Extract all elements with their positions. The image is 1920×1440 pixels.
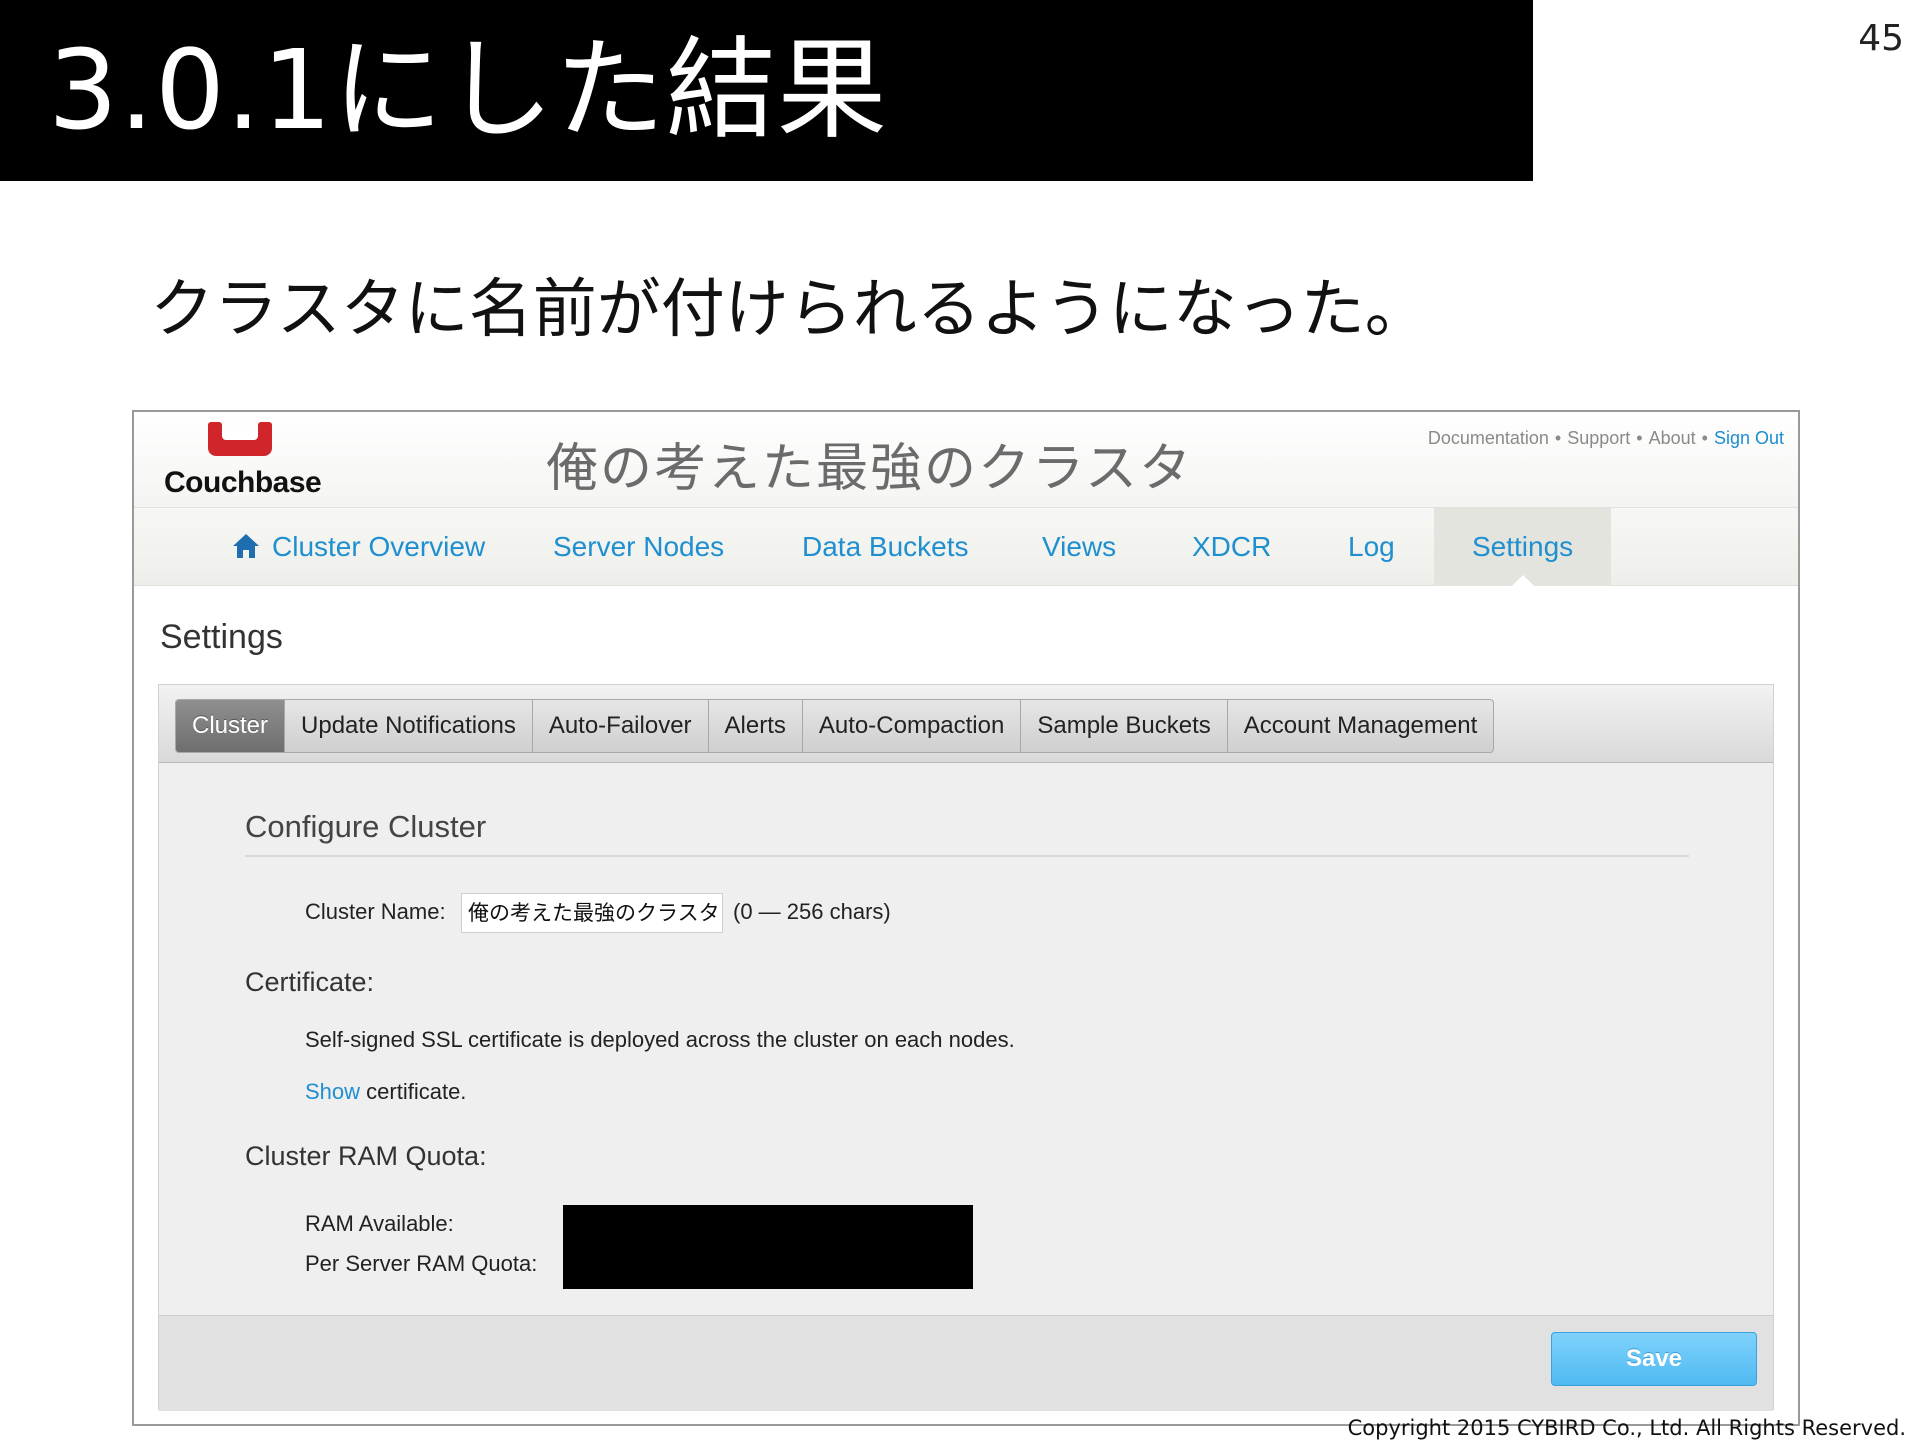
home-icon — [233, 534, 259, 558]
tab-auto-failover[interactable]: Auto-Failover — [533, 700, 709, 752]
show-certificate-link[interactable]: Show — [305, 1079, 360, 1104]
main-nav: Cluster Overview Server Nodes Data Bucke… — [134, 508, 1798, 587]
sign-out-link[interactable]: Sign Out — [1714, 428, 1784, 448]
nav-label: Cluster Overview — [272, 531, 486, 562]
cluster-name-hint: (0 — 256 chars) — [733, 899, 891, 924]
tab-alerts[interactable]: Alerts — [709, 700, 803, 752]
nav-log[interactable]: Log — [1348, 508, 1395, 586]
support-link[interactable]: Support — [1567, 428, 1630, 448]
show-certificate-line: Show certificate. — [305, 1079, 466, 1105]
slide-subtitle: クラスタに名前が付けられるようになった。 — [150, 273, 1429, 347]
nav-views[interactable]: Views — [1042, 508, 1116, 586]
copyright-notice: Copyright 2015 CYBIRD Co., Ltd. All Righ… — [1347, 1416, 1906, 1440]
tab-sample-buckets[interactable]: Sample Buckets — [1021, 700, 1228, 752]
slide-title: 3.0.1にした結果 — [0, 0, 1533, 181]
page-number: 45 — [1858, 18, 1904, 59]
logo-text: Couchbase — [164, 466, 322, 499]
section-divider — [245, 855, 1689, 857]
cluster-title: 俺の考えた最強のクラスタ — [546, 439, 1193, 499]
link-separator: • — [1701, 428, 1708, 448]
nav-xdcr[interactable]: XDCR — [1192, 508, 1271, 586]
app-header: Couchbase 俺の考えた最強のクラスタ Documentation • Sup… — [134, 412, 1798, 508]
link-separator: • — [1554, 428, 1562, 448]
tab-cluster[interactable]: Cluster — [176, 700, 286, 752]
couchbase-logo[interactable]: Couchbase — [164, 422, 324, 500]
settings-tab-strip: Cluster Update Notifications Auto-Failov… — [159, 685, 1773, 763]
per-server-ram-label: Per Server RAM Quota: — [305, 1251, 538, 1276]
save-button[interactable]: Save — [1551, 1332, 1757, 1386]
certificate-description: Self-signed SSL certificate is deployed … — [305, 1027, 1015, 1052]
tab-account-management[interactable]: Account Management — [1228, 700, 1493, 752]
nav-data-buckets[interactable]: Data Buckets — [802, 508, 969, 586]
tab-auto-compaction[interactable]: Auto-Compaction — [803, 700, 1022, 752]
nav-cluster-overview[interactable]: Cluster Overview — [232, 508, 485, 586]
couchbase-console-screenshot: Couchbase 俺の考えた最強のクラスタ Documentation • Sup… — [132, 410, 1800, 1426]
about-link[interactable]: About — [1649, 428, 1696, 448]
ram-available-label: RAM Available: — [305, 1211, 454, 1236]
certificate-suffix: certificate. — [360, 1079, 467, 1104]
redacted-ram-values — [563, 1205, 973, 1289]
documentation-link[interactable]: Documentation — [1428, 428, 1549, 448]
settings-tabs: Cluster Update Notifications Auto-Failov… — [175, 699, 1495, 753]
page-heading: Settings — [160, 618, 283, 656]
settings-panel: Cluster Update Notifications Auto-Failov… — [158, 684, 1774, 1411]
ram-quota-label: Cluster RAM Quota: — [245, 1141, 487, 1171]
cluster-name-input[interactable]: 俺の考えた最強のクラスタ — [461, 893, 723, 933]
link-separator: • — [1636, 428, 1643, 448]
tab-update-notifications[interactable]: Update Notifications — [285, 700, 533, 752]
settings-footer: Save — [159, 1315, 1773, 1411]
cluster-name-label: Cluster Name: — [305, 899, 446, 924]
nav-server-nodes[interactable]: Server Nodes — [553, 508, 724, 586]
configure-cluster-title: Configure Cluster — [245, 809, 487, 844]
certificate-label: Certificate: — [245, 967, 375, 997]
nav-settings[interactable]: Settings — [1434, 508, 1612, 587]
top-links: Documentation • Support • About • Sign Out — [1428, 428, 1784, 449]
